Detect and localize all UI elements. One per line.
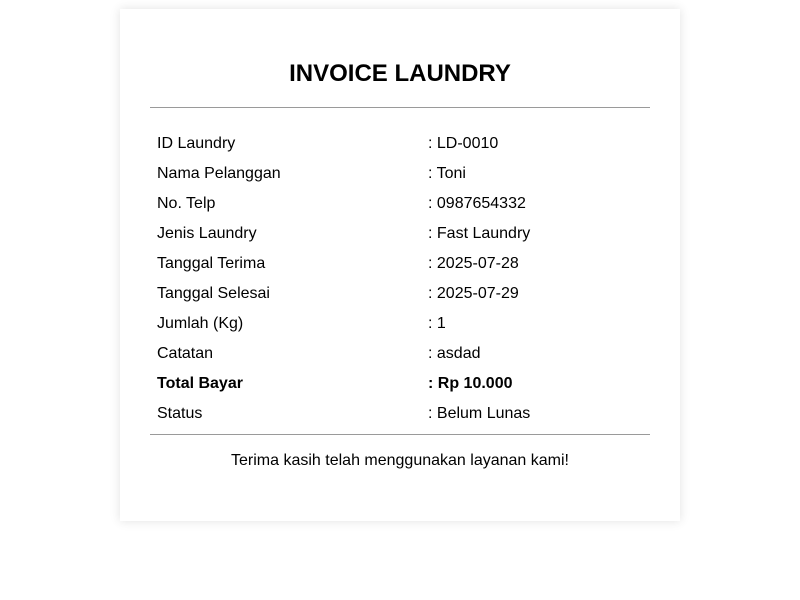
- value-tanggal-terima: : 2025-07-28: [428, 255, 519, 272]
- label-jumlah-kg: Jumlah (Kg): [157, 315, 244, 332]
- value-jenis-laundry: : Fast Laundry: [428, 225, 531, 242]
- row-nama-pelanggan: Nama Pelanggan : Toni: [150, 159, 650, 189]
- invoice-card: INVOICE LAUNDRY ID Laundry : LD-0010 Nam…: [120, 9, 680, 521]
- row-jumlah-kg: Jumlah (Kg) : 1: [150, 309, 650, 339]
- label-status: Status: [157, 405, 203, 422]
- label-tanggal-terima: Tanggal Terima: [157, 255, 266, 272]
- label-total-bayar: Total Bayar: [157, 375, 243, 392]
- label-jenis-laundry: Jenis Laundry: [157, 225, 257, 242]
- value-catatan: : asdad: [428, 345, 481, 362]
- invoice-title: INVOICE LAUNDRY: [289, 60, 511, 87]
- value-id-laundry: : LD-0010: [428, 135, 499, 152]
- row-jenis-laundry: Jenis Laundry : Fast Laundry: [150, 219, 650, 249]
- thank-you-message: Terima kasih telah menggunakan layanan k…: [231, 452, 569, 469]
- value-jumlah-kg: : 1: [428, 315, 446, 332]
- label-id-laundry: ID Laundry: [157, 135, 236, 152]
- row-status: Status : Belum Lunas: [150, 399, 650, 429]
- label-nama-pelanggan: Nama Pelanggan: [157, 165, 281, 182]
- label-tanggal-selesai: Tanggal Selesai: [157, 285, 270, 302]
- row-total-bayar: Total Bayar : Rp 10.000: [150, 369, 650, 399]
- row-tanggal-terima: Tanggal Terima : 2025-07-28: [150, 249, 650, 279]
- row-id-laundry: ID Laundry : LD-0010: [150, 129, 650, 159]
- row-catatan: Catatan : asdad: [150, 339, 650, 369]
- top-divider: [150, 107, 650, 108]
- invoice-details-table: ID Laundry : LD-0010 Nama Pelanggan : To…: [150, 129, 650, 429]
- value-total-bayar: : Rp 10.000: [428, 375, 513, 392]
- value-nama-pelanggan: : Toni: [428, 165, 466, 182]
- value-no-telp: : 0987654332: [428, 195, 526, 212]
- label-catatan: Catatan: [157, 345, 214, 362]
- row-no-telp: No. Telp : 0987654332: [150, 189, 650, 219]
- label-no-telp: No. Telp: [157, 195, 216, 212]
- row-tanggal-selesai: Tanggal Selesai : 2025-07-29: [150, 279, 650, 309]
- value-status: : Belum Lunas: [428, 405, 531, 422]
- value-tanggal-selesai: : 2025-07-29: [428, 285, 519, 302]
